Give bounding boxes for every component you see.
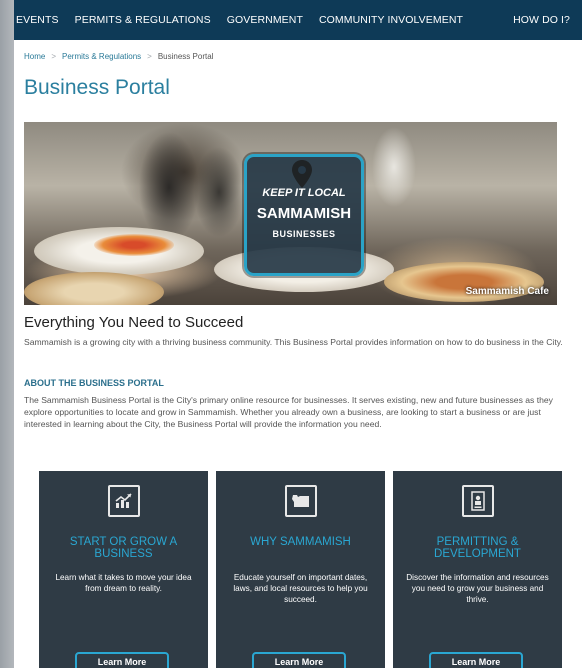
chevron-right-icon: > <box>51 52 57 61</box>
learn-more-button[interactable]: Learn More <box>75 652 169 668</box>
card-title: WHY SAMMAMISH <box>250 536 351 548</box>
breadcrumb-current: Business Portal <box>157 52 214 61</box>
breadcrumb: Home > Permits & Regulations > Business … <box>24 52 213 61</box>
feature-cards: START OR GROW A BUSINESS Learn what it t… <box>39 471 562 668</box>
card-why-sammamish[interactable]: WHY SAMMAMISH Educate yourself on import… <box>216 471 385 668</box>
hero-food <box>94 234 174 256</box>
badge-line-3: BUSINESSES <box>272 229 336 239</box>
page-title: Business Portal <box>24 76 170 99</box>
card-text: Educate yourself on important dates, law… <box>233 573 368 604</box>
nav-item-community[interactable]: COMMUNITY INVOLVEMENT <box>311 14 471 26</box>
badge-line-2: SAMMAMISH <box>256 205 352 222</box>
nav-item-government[interactable]: GOVERNMENT <box>219 14 311 26</box>
breadcrumb-home[interactable]: Home <box>24 52 45 61</box>
intro-heading: Everything You Need to Succeed <box>24 314 244 331</box>
card-title: START OR GROW A BUSINESS <box>69 536 178 560</box>
about-heading: ABOUT THE BUSINESS PORTAL <box>24 378 164 388</box>
card-text: Learn what it takes to move your idea fr… <box>55 573 192 593</box>
nav-item-events[interactable]: EVENTS <box>14 14 67 26</box>
learn-more-button[interactable]: Learn More <box>429 652 523 668</box>
about-text: The Sammamish Business Portal is the Cit… <box>24 395 553 429</box>
card-permitting[interactable]: PERMITTING & DEVELOPMENT Discover the in… <box>393 471 562 668</box>
chevron-right-icon: > <box>147 52 152 61</box>
card-title: PERMITTING & DEVELOPMENT <box>434 536 521 560</box>
learn-more-button[interactable]: Learn More <box>252 652 346 668</box>
hero-chef-figure <box>194 147 244 237</box>
hero-chef-figure <box>369 127 419 207</box>
map-pin-icon <box>292 160 312 188</box>
main-nav: EVENTS PERMITS & REGULATIONS GOVERNMENT … <box>14 0 582 40</box>
nav-item-how-do-i[interactable]: HOW DO I? <box>505 14 582 26</box>
card-text: Discover the information and resources y… <box>406 573 549 604</box>
intro-text: Sammamish is a growing city with a thriv… <box>24 337 563 347</box>
page: EVENTS PERMITS & REGULATIONS GOVERNMENT … <box>14 0 582 668</box>
growth-chart-icon <box>108 485 140 517</box>
hero-chef-figure <box>139 132 199 242</box>
hero-plate <box>24 272 164 305</box>
keep-it-local-badge: KEEP IT LOCAL SAMMAMISH BUSINESSES <box>244 154 364 276</box>
hero-caption: Sammamish Cafe <box>465 286 549 297</box>
nav-item-permits[interactable]: PERMITS & REGULATIONS <box>67 14 219 26</box>
breadcrumb-permits[interactable]: Permits & Regulations <box>62 52 141 61</box>
badge-line-1: KEEP IT LOCAL <box>262 187 346 199</box>
permit-document-icon <box>462 485 494 517</box>
washington-map-icon <box>285 485 317 517</box>
hero-image: KEEP IT LOCAL SAMMAMISH BUSINESSES Samma… <box>24 122 557 305</box>
card-start-grow[interactable]: START OR GROW A BUSINESS Learn what it t… <box>39 471 208 668</box>
